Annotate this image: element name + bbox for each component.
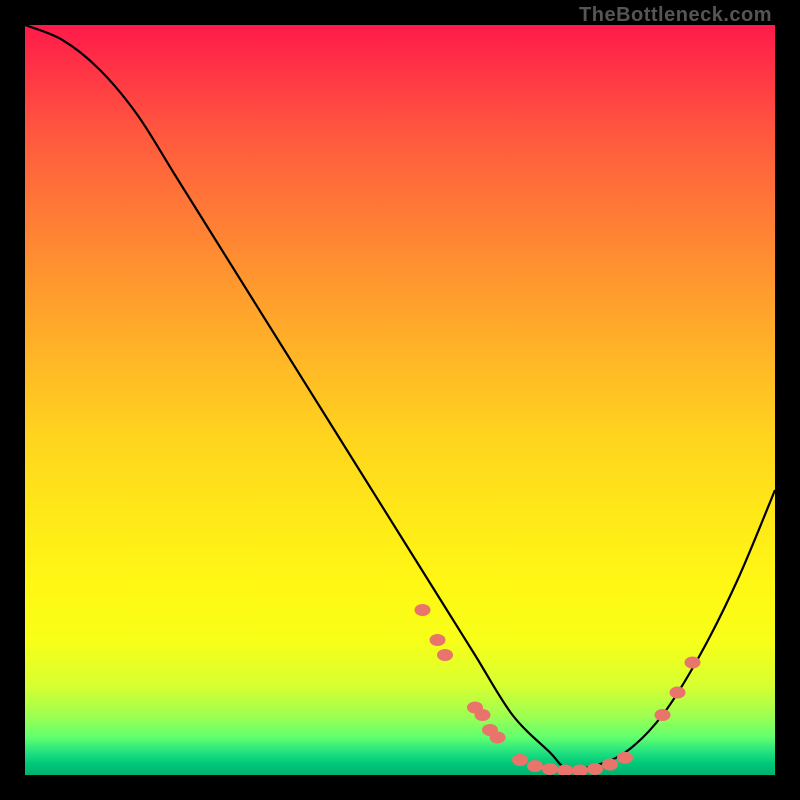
curve-marker <box>512 754 528 766</box>
curve-marker <box>437 649 453 661</box>
marker-group <box>415 604 701 775</box>
chart-canvas: TheBottleneck.com <box>0 0 800 800</box>
attribution-text: TheBottleneck.com <box>579 4 772 27</box>
curve-marker <box>475 709 491 721</box>
curve-marker <box>415 604 431 616</box>
curve-marker <box>542 763 558 775</box>
curve-marker <box>430 634 446 646</box>
curve-marker <box>602 759 618 771</box>
curve-svg <box>25 25 775 775</box>
curve-marker <box>490 732 506 744</box>
plot-area <box>25 25 775 775</box>
curve-marker <box>527 760 543 772</box>
curve-marker <box>670 687 686 699</box>
curve-marker <box>557 765 573 776</box>
curve-marker <box>685 657 701 669</box>
curve-marker <box>617 752 633 764</box>
curve-marker <box>587 763 603 775</box>
curve-marker <box>655 709 671 721</box>
curve-marker <box>572 765 588 776</box>
bottleneck-curve-path <box>25 25 775 769</box>
